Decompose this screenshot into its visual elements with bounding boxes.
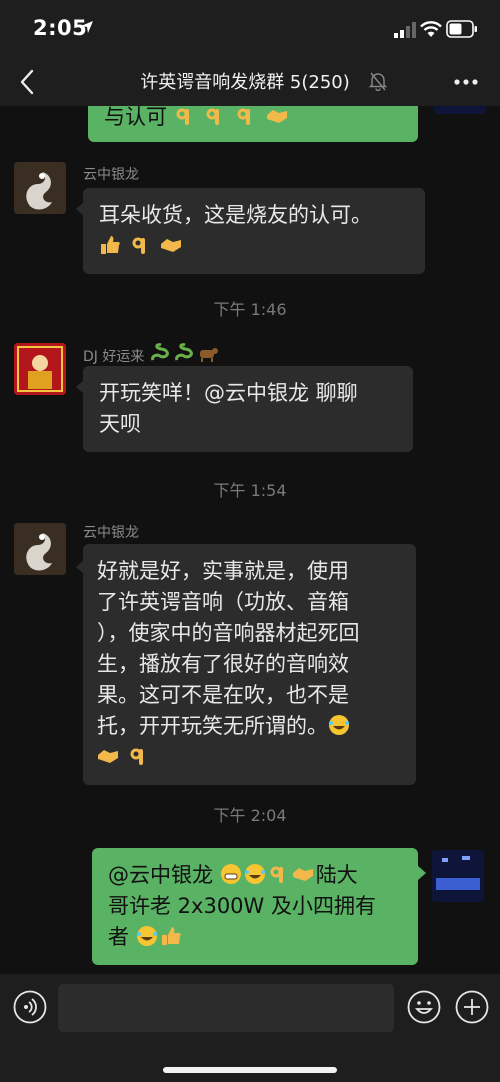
message-text: 开玩笑咩！@云中银龙 聊聊 <box>99 381 358 405</box>
thumbs-up-icon <box>161 927 181 945</box>
plus-icon[interactable] <box>455 990 489 1024</box>
message-text: 托，开开玩笑无所谓的。 <box>97 714 328 738</box>
sender-name: 云中银龙 <box>83 525 139 541</box>
message-text: @云中银龙 <box>108 863 213 887</box>
message-bubble[interactable]: 耳朵收货，这是烧友的认可。 <box>83 188 425 274</box>
snake-icon <box>150 343 169 361</box>
handshake-icon <box>292 868 313 881</box>
message-bubble[interactable]: 开玩笑咩！@云中银龙 聊聊 天呗 <box>83 366 413 452</box>
laugh-cry-icon <box>244 864 265 884</box>
grin-icon <box>220 864 241 884</box>
message-text: 耳朵收货，这是烧友的认可。 <box>99 203 372 227</box>
voice-icon[interactable] <box>13 990 47 1024</box>
message-text: 陆大 <box>315 863 358 887</box>
handshake-icon <box>266 110 287 123</box>
home-indicator <box>163 1067 337 1073</box>
chat-header: 许英谔音响发烧群 5(250) <box>0 58 500 106</box>
mute-bell-icon <box>369 72 387 91</box>
message-bubble[interactable]: @云中银龙 陆大 哥许老 2x300W 及小四拥有 者 <box>92 848 418 965</box>
ok-hand-icon <box>130 748 143 765</box>
message-text: 天呗 <box>99 412 141 436</box>
message-text: 哥许老 2x300W 及小四拥有 <box>108 894 376 918</box>
message-text: 与认可 <box>104 106 167 129</box>
ok-hand-icon <box>206 108 220 125</box>
message-row: 云中银龙 耳朵收货，这是烧友的认可。 <box>0 162 500 274</box>
sender-avatar[interactable] <box>14 523 66 575</box>
more-dots-icon[interactable] <box>452 72 480 92</box>
ok-hand-icon <box>176 108 189 125</box>
timestamp: 下午 1:54 <box>213 481 287 500</box>
status-bar: 2:05 <box>0 0 500 58</box>
wifi-icon <box>420 21 442 37</box>
laugh-cry-icon <box>329 715 349 735</box>
message-text: 生，播放有了很好的音响效 <box>97 652 349 676</box>
message-text: 好就是好，实事就是，使用 <box>97 559 349 583</box>
sender-avatar[interactable] <box>14 343 66 395</box>
ok-hand-icon <box>237 108 251 125</box>
message-row: @云中银龙 陆大 哥许老 2x300W 及小四拥有 者 <box>0 848 500 974</box>
battery-icon <box>446 20 477 38</box>
timestamp: 下午 2:04 <box>213 806 287 825</box>
message-input[interactable] <box>58 984 394 1032</box>
emoji-icon[interactable] <box>407 990 441 1024</box>
message-text: ），使家中的音响器材起死回 <box>97 621 360 645</box>
ok-hand-icon <box>132 237 145 254</box>
thumbs-up-icon <box>101 236 120 254</box>
message-text: 果。这可不是在吹，也不是 <box>97 683 349 707</box>
sender-avatar[interactable] <box>14 162 66 214</box>
message-bubble[interactable]: 与认可 <box>88 106 418 142</box>
message-row: 与认可 <box>0 106 500 146</box>
chat-title[interactable]: 许英谔音响发烧群 5(250) <box>120 68 370 94</box>
ox-icon <box>199 348 218 362</box>
handshake-icon <box>161 239 182 252</box>
message-row: 云中银龙 好就是好，实事就是，使用 了许英谔音响（功放、音箱 ），使家中的音响器… <box>0 520 500 785</box>
sender-name: DJ 好运来 <box>83 342 221 366</box>
message-list[interactable]: 与认可 云中银龙 耳朵收货，这是烧友的认可。 下午 1:46 DJ 好运来 开玩… <box>0 106 500 974</box>
ok-hand-icon <box>270 866 283 883</box>
handshake-icon <box>98 750 118 763</box>
message-row: DJ 好运来 开玩笑咩！@云中银龙 聊聊 天呗 <box>0 340 500 452</box>
my-avatar[interactable] <box>432 850 484 902</box>
cellular-signal-icon <box>394 22 416 38</box>
my-avatar[interactable] <box>434 106 486 114</box>
sender-name: 云中银龙 <box>83 167 139 183</box>
message-bubble[interactable]: 好就是好，实事就是，使用 了许英谔音响（功放、音箱 ），使家中的音响器材起死回 … <box>83 544 416 785</box>
message-text: 了许英谔音响（功放、音箱 <box>97 590 349 614</box>
laugh-cry-icon <box>136 926 157 946</box>
snake-icon <box>174 343 193 361</box>
back-chevron-icon[interactable] <box>16 68 40 96</box>
location-arrow-icon <box>81 21 93 33</box>
timestamp: 下午 1:46 <box>213 300 287 319</box>
message-text: 者 <box>108 925 129 949</box>
